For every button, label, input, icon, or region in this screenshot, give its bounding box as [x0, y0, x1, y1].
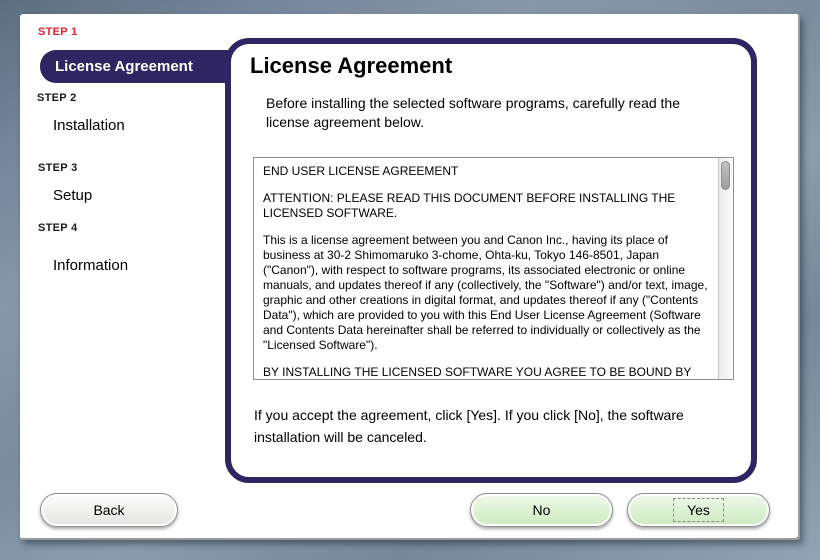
- yes-button-focus-ring: Yes: [673, 498, 724, 522]
- sidebar-item-setup: Setup: [53, 187, 92, 204]
- sidebar-item-license-agreement[interactable]: License Agreement: [40, 50, 232, 83]
- back-button-label: Back: [93, 502, 124, 518]
- no-button-label: No: [533, 502, 551, 518]
- yes-button[interactable]: Yes: [627, 493, 770, 527]
- license-paragraph: ATTENTION: PLEASE READ THIS DOCUMENT BEF…: [263, 191, 715, 221]
- step-4-label: STEP 4: [38, 222, 78, 234]
- page-title: License Agreement: [250, 53, 452, 79]
- license-textarea[interactable]: END USER LICENSE AGREEMENT ATTENTION: PL…: [253, 157, 734, 380]
- sidebar-item-information: Information: [53, 257, 128, 274]
- sidebar-item-license-agreement-label: License Agreement: [55, 58, 193, 75]
- step-1-label: STEP 1: [38, 26, 78, 38]
- license-paragraph: END USER LICENSE AGREEMENT: [263, 164, 715, 179]
- instructions-text: If you accept the agreement, click [Yes]…: [254, 404, 706, 448]
- back-button[interactable]: Back: [40, 493, 178, 527]
- step-2-label: STEP 2: [37, 92, 77, 104]
- step-3-label: STEP 3: [38, 162, 78, 174]
- vertical-scrollbar[interactable]: [718, 158, 733, 379]
- license-text: END USER LICENSE AGREEMENT ATTENTION: PL…: [254, 158, 717, 379]
- sidebar-item-installation: Installation: [53, 117, 125, 134]
- no-button[interactable]: No: [470, 493, 613, 527]
- scrollbar-thumb[interactable]: [721, 161, 730, 190]
- license-paragraph: This is a license agreement between you …: [263, 233, 715, 353]
- installer-window: STEP 1 License Agreement STEP 2 Installa…: [0, 0, 820, 560]
- subtitle-text: Before installing the selected software …: [266, 94, 696, 132]
- license-paragraph: BY INSTALLING THE LICENSED SOFTWARE YOU …: [263, 365, 715, 379]
